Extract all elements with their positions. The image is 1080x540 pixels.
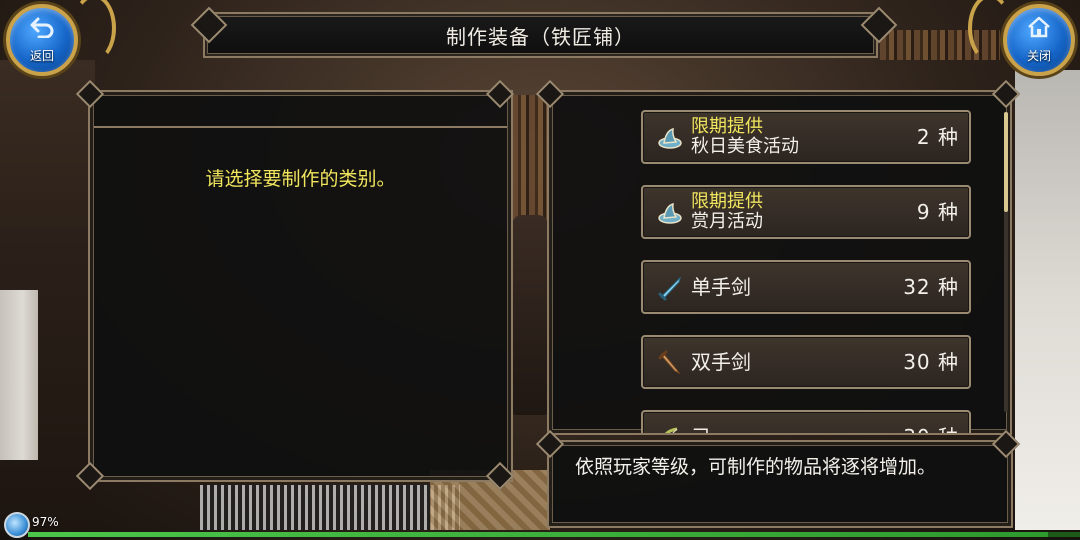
background-curtain [0, 290, 38, 460]
limited-offer-tag: 限期提供 [691, 191, 763, 212]
background-character [512, 215, 548, 415]
return-arrow-icon [29, 16, 55, 43]
category-item-moon-viewing-event[interactable]: 限期提供 赏月活动 9 种 [641, 185, 971, 239]
status-orb-icon [4, 512, 30, 538]
one-handed-sword-icon [657, 275, 683, 301]
bow-icon [657, 425, 683, 433]
background-window [1015, 70, 1080, 530]
hat-icon [657, 200, 683, 226]
background-floor-grate [200, 485, 460, 530]
panel-header-strip [94, 96, 507, 128]
category-info-panel: 请选择要制作的类别。 [88, 90, 513, 482]
two-handed-sword-icon [657, 350, 683, 376]
category-count: 9 种 [916, 200, 959, 224]
back-button-label: 返回 [29, 49, 54, 63]
category-name: 单手剑 [691, 275, 751, 299]
hat-icon [657, 125, 683, 151]
window-title-bar: 制作装备（铁匠铺） [203, 12, 878, 58]
close-button-label: 关闭 [1026, 49, 1051, 63]
select-category-prompt: 请选择要制作的类别。 [205, 168, 396, 190]
hint-text: 依照玩家等级，可制作的物品将逐将增加。 [575, 456, 937, 478]
category-count: 32 种 [903, 275, 959, 299]
window-title: 制作装备（铁匠铺） [446, 24, 635, 49]
close-button[interactable]: 关闭 [1003, 4, 1075, 76]
hint-panel: 依照玩家等级，可制作的物品将逐将增加。 [547, 440, 1013, 528]
category-count: 2 种 [916, 125, 959, 149]
limited-offer-tag: 限期提供 [691, 116, 763, 137]
hp-bar [28, 532, 1080, 537]
category-name: 双手剑 [691, 350, 751, 374]
game-scene: 制作装备（铁匠铺） 返回 关闭 请选择要制作的类别。 限期提供 秋日美食活动 2… [0, 0, 1080, 540]
back-button[interactable]: 返回 [6, 4, 78, 76]
category-count: 30 种 [903, 350, 959, 374]
back-button-horn-ornament [72, 0, 116, 62]
category-item-autumn-food-event[interactable]: 限期提供 秋日美食活动 2 种 [641, 110, 971, 164]
category-item-bow[interactable]: 弓 30 种 [641, 410, 971, 433]
category-item-one-handed-sword[interactable]: 单手剑 32 种 [641, 260, 971, 314]
background-bookshelf [512, 95, 548, 225]
hp-percent-label: 97% [32, 515, 59, 529]
hp-bar-fill [28, 532, 1049, 537]
category-list-panel[interactable]: 限期提供 秋日美食活动 2 种 限期提供 赏月活动 9 种 单手剑 32 种 双… [547, 90, 1012, 435]
category-list-scrollbar[interactable] [1004, 112, 1008, 412]
category-name: 弓 [691, 426, 711, 433]
category-name: 赏月活动 [691, 211, 763, 232]
scrollbar-thumb[interactable] [1004, 112, 1008, 212]
category-name: 秋日美食活动 [691, 136, 799, 157]
home-icon [1027, 16, 1051, 43]
category-item-two-handed-sword[interactable]: 双手剑 30 种 [641, 335, 971, 389]
category-count: 30 种 [903, 426, 959, 433]
